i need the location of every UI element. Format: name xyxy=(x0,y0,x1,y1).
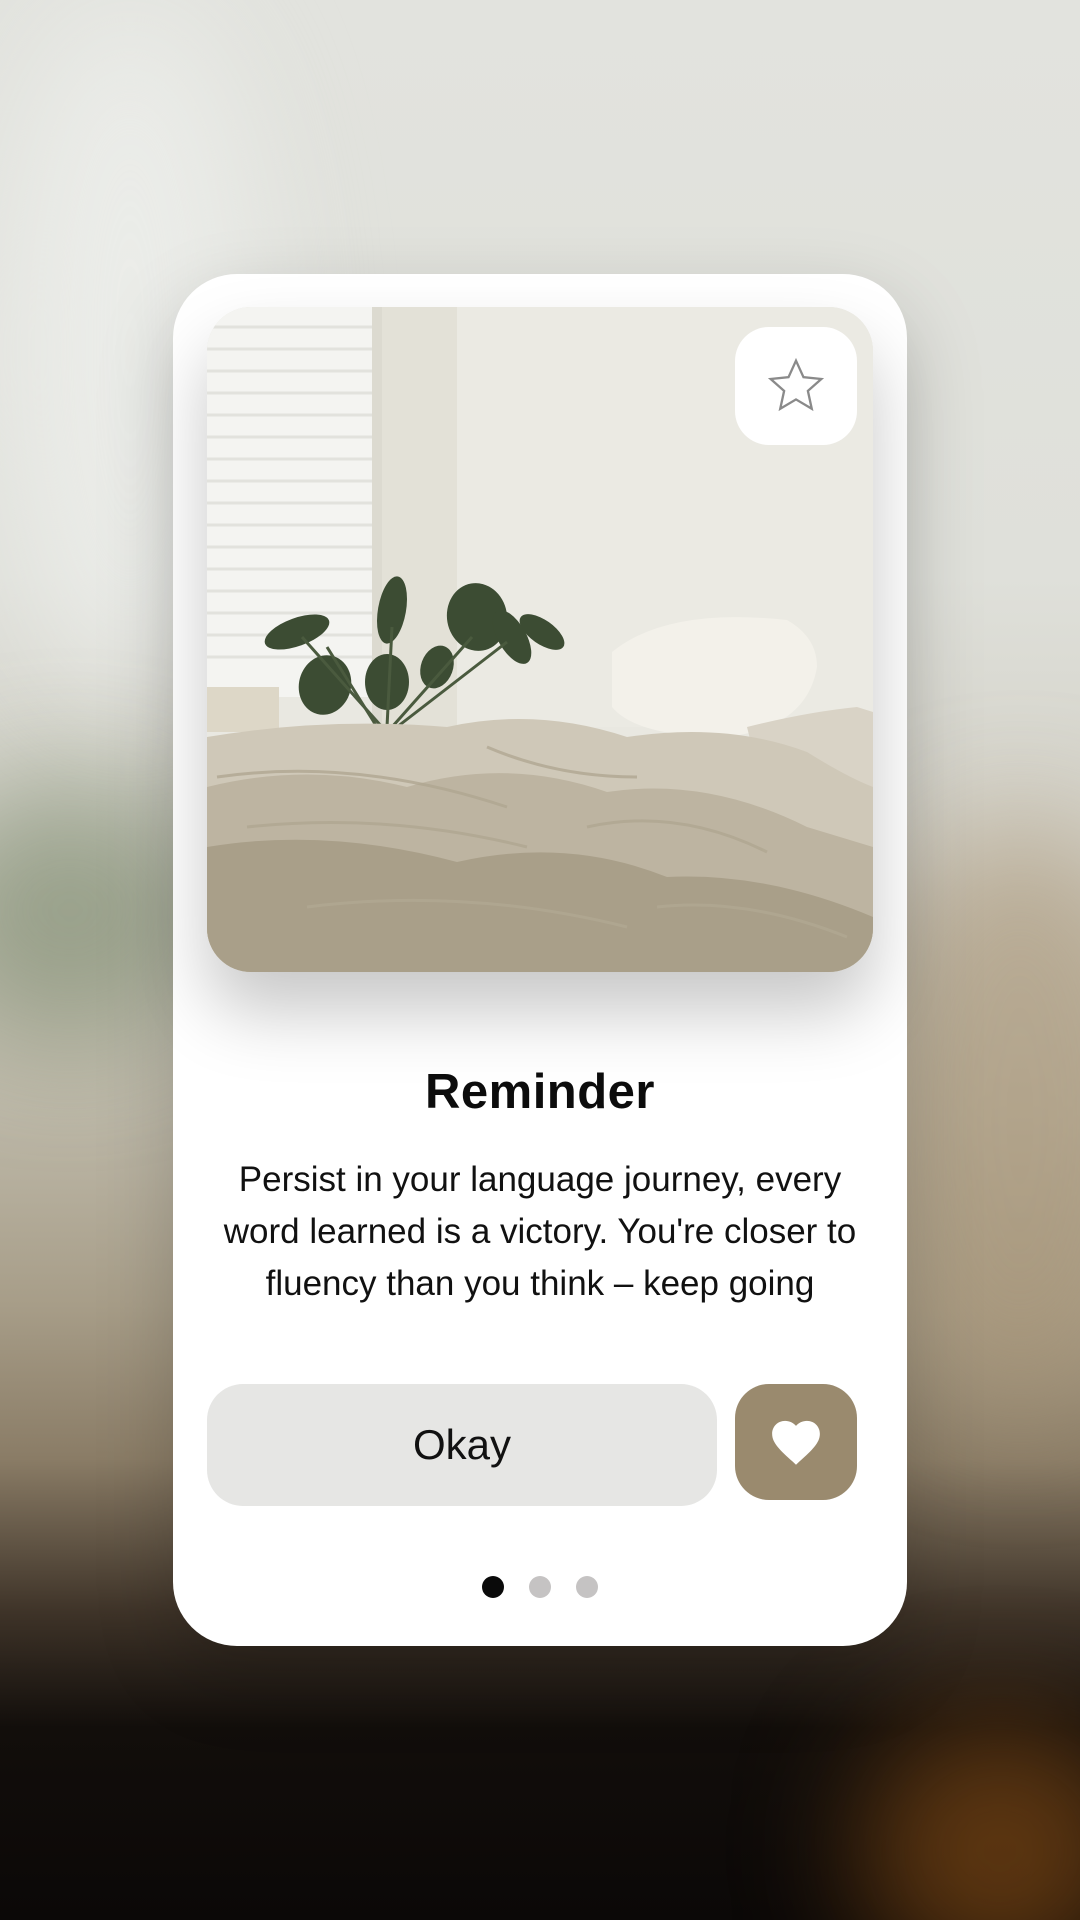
page-dot-3[interactable] xyxy=(576,1576,598,1598)
card-title: Reminder xyxy=(424,1065,655,1119)
reminder-card: Reminder Persist in your language journe… xyxy=(173,274,907,1646)
page-dot-2[interactable] xyxy=(529,1576,551,1598)
card-message: Persist in your language journey, every … xyxy=(223,1160,857,1303)
page-indicator xyxy=(173,1576,907,1598)
okay-button[interactable]: Okay xyxy=(207,1384,717,1506)
screen: Reminder Persist in your language journe… xyxy=(0,0,1080,1920)
like-button[interactable] xyxy=(735,1384,857,1500)
background-blur xyxy=(860,1720,1080,1920)
favorite-button[interactable] xyxy=(735,327,857,445)
star-outline-icon xyxy=(767,357,825,412)
heart-icon xyxy=(772,1420,820,1465)
bedroom-photo xyxy=(207,307,873,972)
page-dot-1[interactable] xyxy=(482,1576,504,1598)
